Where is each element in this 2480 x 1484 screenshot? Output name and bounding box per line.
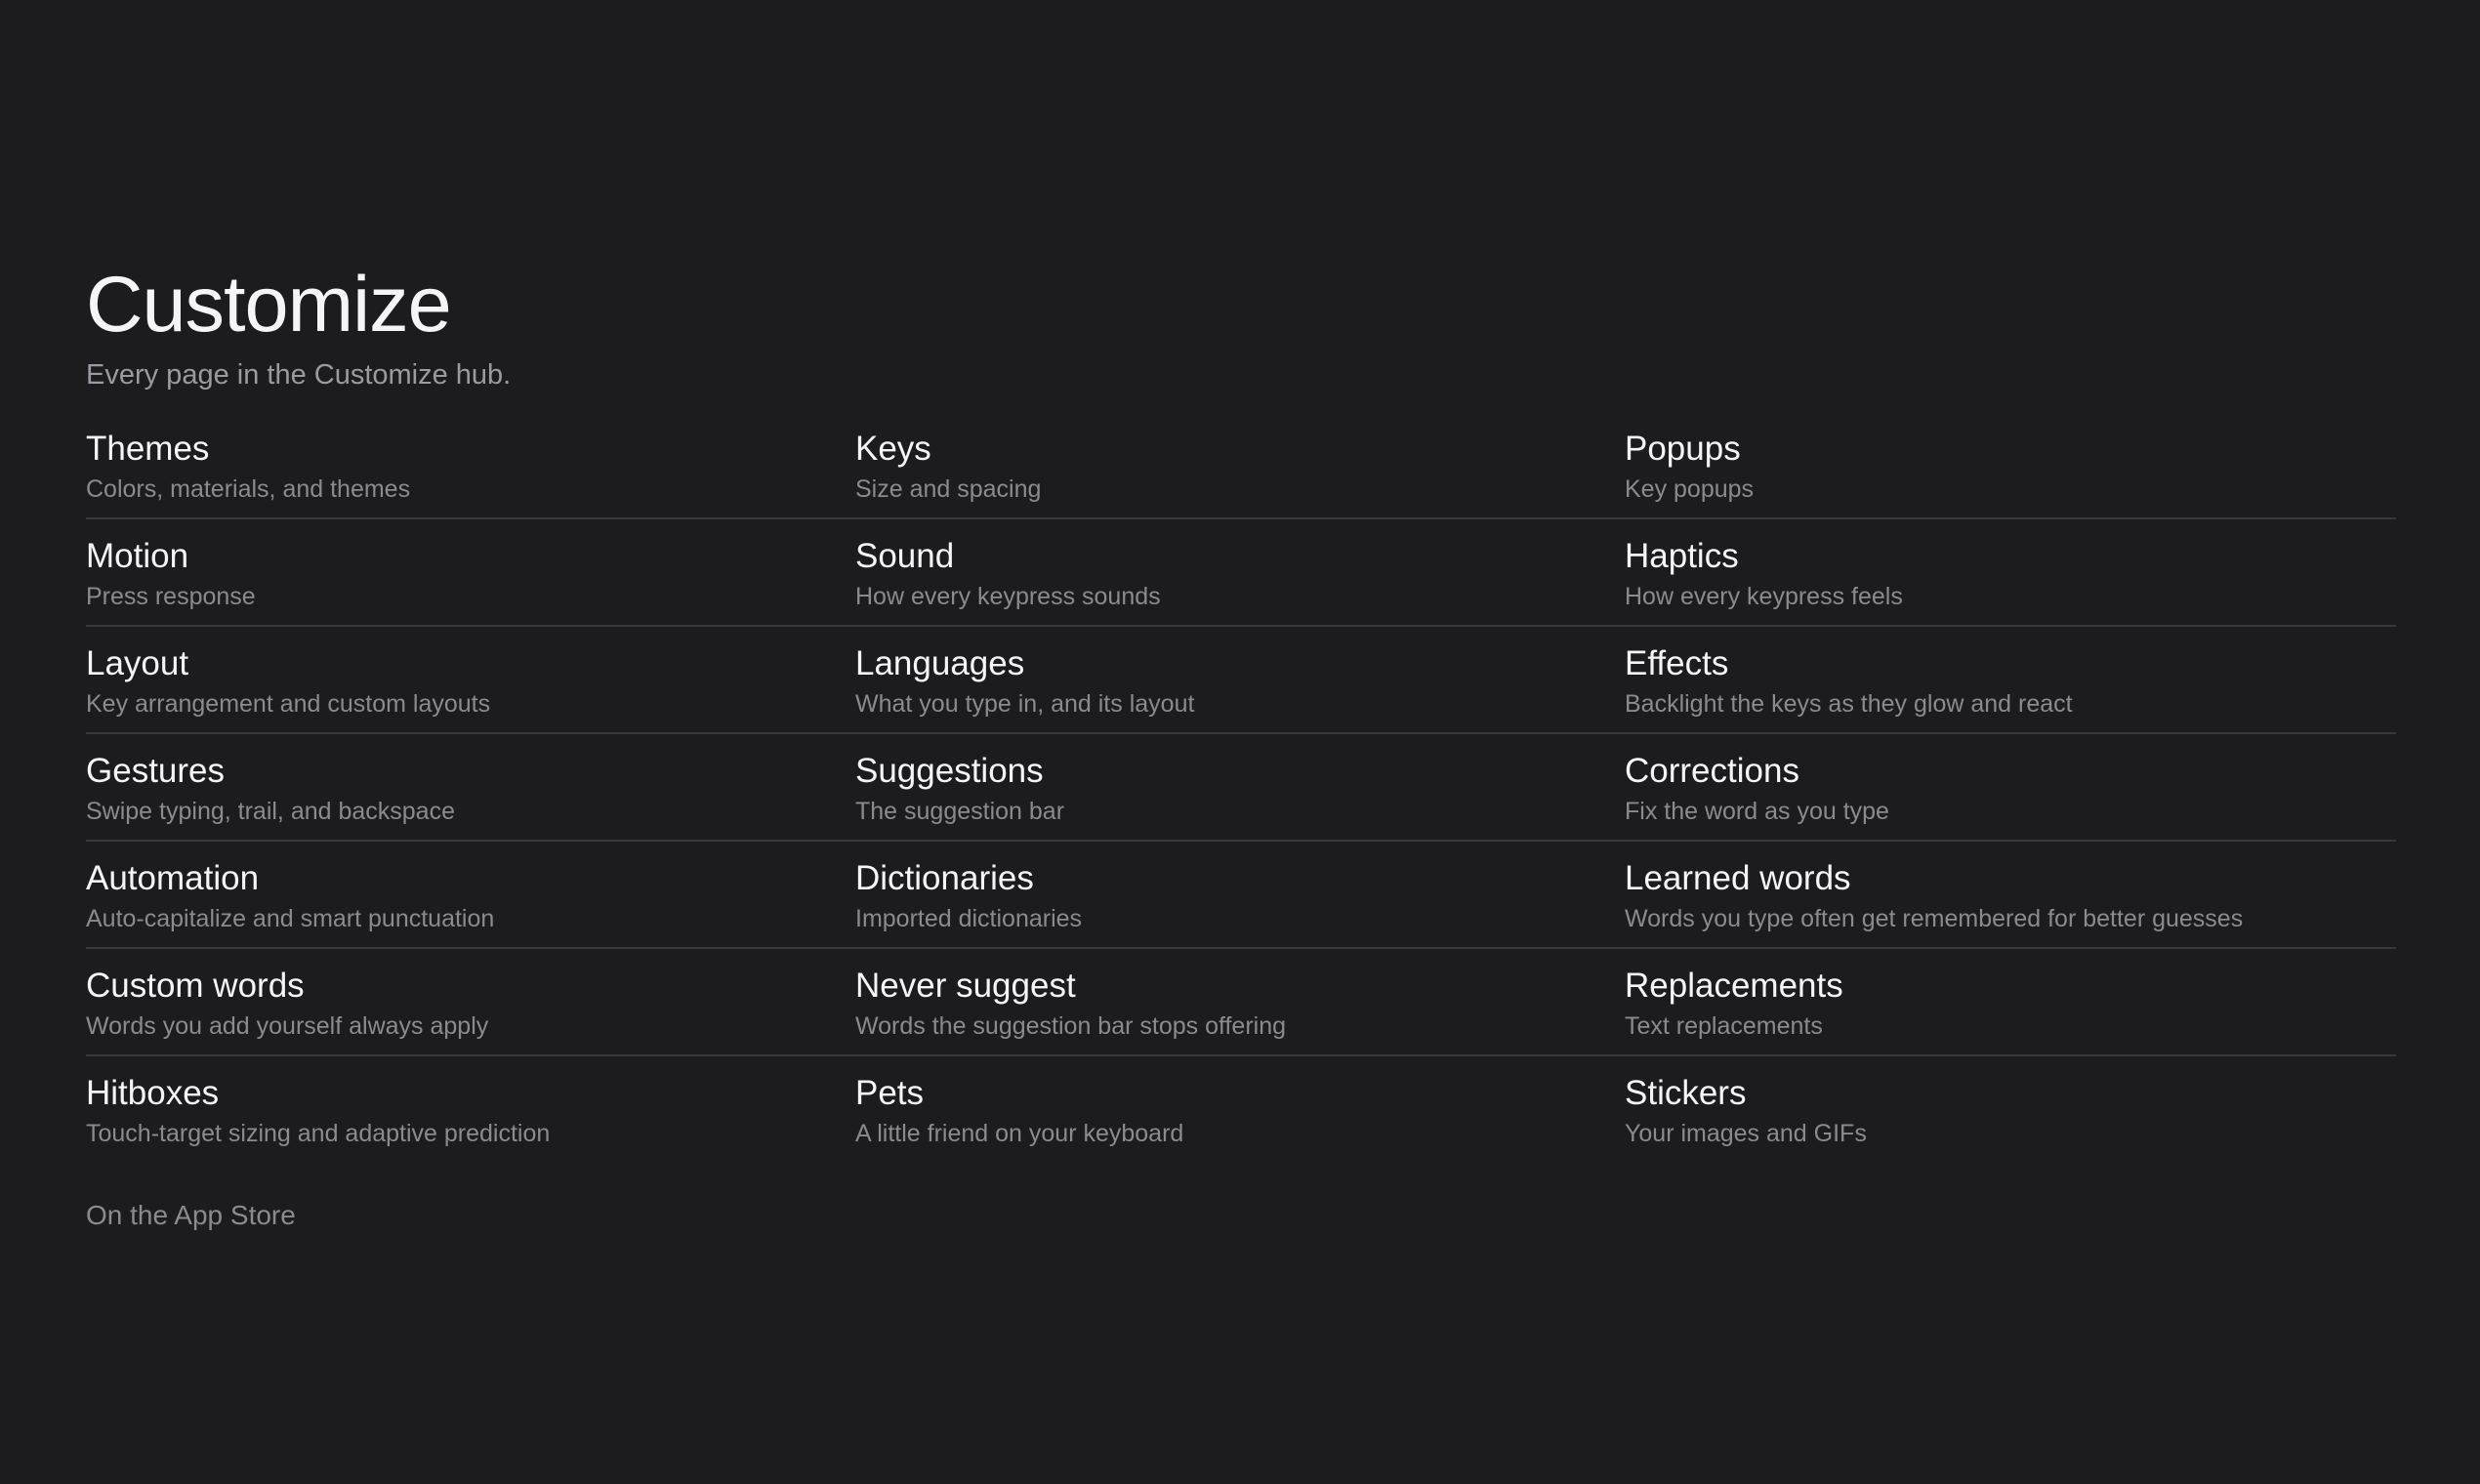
nav-item-title: Haptics: [1625, 537, 1739, 575]
nav-item-title: Corrections: [1625, 752, 1799, 790]
nav-item-pets[interactable]: Pets A little friend on your keyboard: [855, 1056, 1625, 1164]
nav-item-corrections[interactable]: Corrections Fix the word as you type: [1625, 734, 2396, 842]
nav-item-motion[interactable]: Motion Press response: [86, 519, 855, 627]
nav-item-title: Learned words: [1625, 859, 1851, 897]
customize-grid: Themes Colors, materials, and themes Keys…: [86, 412, 2396, 1164]
nav-item-title: Keys: [855, 430, 931, 468]
nav-item-languages[interactable]: Languages What you type in, and its layou…: [855, 627, 1625, 734]
nav-item-subtitle: Auto-capitalize and smart punctuation: [86, 905, 495, 932]
nav-item-stickers[interactable]: Stickers Your images and GIFs: [1625, 1056, 2396, 1164]
nav-item-effects[interactable]: Effects Backlight the keys as they glow a…: [1625, 627, 2396, 734]
nav-item-never-suggest[interactable]: Never suggest Words the suggestion bar st…: [855, 949, 1625, 1056]
app-store-link[interactable]: On the App Store: [86, 1199, 296, 1232]
nav-item-subtitle: How every keypress feels: [1625, 583, 1903, 610]
nav-item-title: Popups: [1625, 430, 1741, 468]
nav-item-title: Custom words: [86, 967, 305, 1005]
nav-item-title: Motion: [86, 537, 189, 575]
page-title: Customize: [86, 261, 452, 349]
nav-item-learned-words[interactable]: Learned words Words you type often get re…: [1625, 842, 2396, 949]
nav-item-subtitle: Words the suggestion bar stops offering: [855, 1012, 1287, 1040]
page-subtitle: Every page in the Customize hub.: [86, 359, 512, 391]
nav-item-themes[interactable]: Themes Colors, materials, and themes: [86, 412, 855, 519]
nav-item-gestures[interactable]: Gestures Swipe typing, trail, and backspa…: [86, 734, 855, 842]
nav-item-subtitle: Fix the word as you type: [1625, 798, 1889, 825]
nav-item-haptics[interactable]: Haptics How every keypress feels: [1625, 519, 2396, 627]
nav-item-subtitle: Key arrangement and custom layouts: [86, 690, 491, 718]
nav-item-suggestions[interactable]: Suggestions The suggestion bar: [855, 734, 1625, 842]
nav-item-title: Stickers: [1625, 1074, 1747, 1112]
nav-item-title: Hitboxes: [86, 1074, 220, 1112]
nav-item-subtitle: Words you type often get remembered for …: [1625, 905, 2244, 932]
nav-item-title: Languages: [855, 644, 1025, 682]
nav-item-title: Effects: [1625, 644, 1729, 682]
nav-item-subtitle: Colors, materials, and themes: [86, 475, 411, 503]
nav-item-subtitle: Touch-target sizing and adaptive predict…: [86, 1120, 551, 1147]
nav-item-title: Automation: [86, 859, 260, 897]
nav-item-subtitle: Imported dictionaries: [855, 905, 1083, 932]
nav-item-title: Pets: [855, 1074, 925, 1112]
nav-item-title: Themes: [86, 430, 210, 468]
nav-item-hitboxes[interactable]: Hitboxes Touch-target sizing and adaptive…: [86, 1056, 855, 1164]
nav-item-subtitle: Backlight the keys as they glow and reac…: [1625, 690, 2073, 718]
nav-item-subtitle: How every keypress sounds: [855, 583, 1161, 610]
nav-item-popups[interactable]: Popups Key popups: [1625, 412, 2396, 519]
nav-item-subtitle: Text replacements: [1625, 1012, 1823, 1040]
nav-item-title: Suggestions: [855, 752, 1044, 790]
nav-item-subtitle: Words you add yourself always apply: [86, 1012, 489, 1040]
nav-item-replacements[interactable]: Replacements Text replacements: [1625, 949, 2396, 1056]
nav-item-subtitle: Press response: [86, 583, 256, 610]
nav-item-layout[interactable]: Layout Key arrangement and custom layouts: [86, 627, 855, 734]
nav-item-subtitle: Size and spacing: [855, 475, 1042, 503]
nav-item-subtitle: The suggestion bar: [855, 798, 1065, 825]
nav-item-title: Gestures: [86, 752, 225, 790]
nav-item-subtitle: What you type in, and its layout: [855, 690, 1195, 718]
nav-item-subtitle: A little friend on your keyboard: [855, 1120, 1184, 1147]
nav-item-title: Layout: [86, 644, 189, 682]
nav-item-automation[interactable]: Automation Auto-capitalize and smart punc…: [86, 842, 855, 949]
nav-item-title: Dictionaries: [855, 859, 1034, 897]
nav-item-subtitle: Your images and GIFs: [1625, 1120, 1867, 1147]
nav-item-keys[interactable]: Keys Size and spacing: [855, 412, 1625, 519]
nav-item-title: Sound: [855, 537, 955, 575]
nav-item-dictionaries[interactable]: Dictionaries Imported dictionaries: [855, 842, 1625, 949]
nav-item-sound[interactable]: Sound How every keypress sounds: [855, 519, 1625, 627]
nav-item-custom-words[interactable]: Custom words Words you add yourself alway…: [86, 949, 855, 1056]
customize-page: Customize Every page in the Customize hu…: [86, 258, 2396, 1232]
nav-item-title: Never suggest: [855, 967, 1076, 1005]
nav-item-title: Replacements: [1625, 967, 1843, 1005]
nav-item-subtitle: Key popups: [1625, 475, 1755, 503]
nav-item-subtitle: Swipe typing, trail, and backspace: [86, 798, 455, 825]
